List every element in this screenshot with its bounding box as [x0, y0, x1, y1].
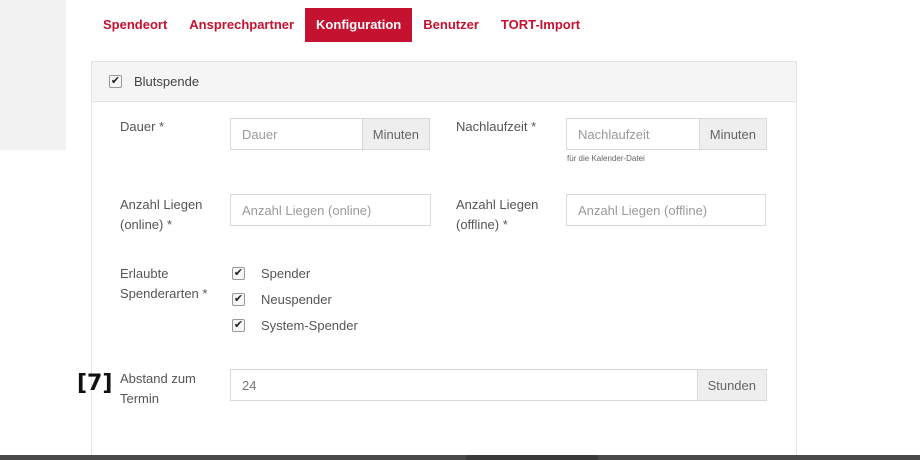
tab-benutzer[interactable]: Benutzer [412, 8, 490, 42]
spenderarten-label-line2: Spenderarten * [120, 286, 208, 301]
blutspende-checkbox[interactable]: ✔ [109, 75, 122, 88]
nachlaufzeit-label: Nachlaufzeit * [456, 119, 537, 134]
nachlaufzeit-hint: für die Kalender-Datei [567, 154, 645, 163]
checkmark-icon: ✔ [233, 293, 244, 305]
dauer-input-group: Dauer Minuten [230, 118, 430, 150]
checkmark-icon: ✔ [233, 319, 244, 331]
bottom-taskbar [0, 455, 920, 460]
system-spender-label: System-Spender [261, 318, 358, 333]
panel-header: ✔ Blutspende [92, 62, 796, 102]
system-spender-checkbox[interactable]: ✔ [232, 319, 245, 332]
nachlaufzeit-input[interactable]: Nachlaufzeit [567, 119, 699, 149]
neuspender-option[interactable]: ✔ Neuspender [232, 292, 332, 307]
liegen-online-label-line1: Anzahl Liegen [120, 197, 203, 212]
tab-tort-import[interactable]: TORT-Import [490, 8, 591, 42]
abstand-input[interactable]: 24 [231, 370, 697, 400]
dauer-input[interactable]: Dauer [231, 119, 362, 149]
spenderarten-label: Erlaubte Spenderarten * [120, 264, 207, 304]
liegen-offline-label-line2: (offline) * [456, 217, 508, 232]
abstand-label: Abstand zum Termin [120, 369, 196, 409]
nachlaufzeit-input-group: Nachlaufzeit Minuten [566, 118, 767, 150]
liegen-online-input[interactable]: Anzahl Liegen (online) [231, 195, 430, 225]
neuspender-label: Neuspender [261, 292, 332, 307]
spenderarten-label-line1: Erlaubte [120, 266, 169, 281]
tab-spendeort[interactable]: Spendeort [92, 8, 178, 42]
spender-checkbox[interactable]: ✔ [232, 267, 245, 280]
liegen-offline-label: Anzahl Liegen (offline) * [456, 195, 538, 235]
abstand-label-line2: Termin [120, 391, 160, 406]
spender-option[interactable]: ✔ Spender [232, 266, 310, 281]
abstand-input-group: 24 Stunden [230, 369, 767, 401]
annotation-marker: [7] [77, 371, 113, 396]
liegen-offline-label-line1: Anzahl Liegen [456, 197, 539, 212]
tab-konfiguration[interactable]: Konfiguration [305, 8, 413, 42]
checkmark-icon: ✔ [233, 267, 244, 279]
spender-label: Spender [261, 266, 311, 281]
liegen-online-label: Anzahl Liegen (online) * [120, 195, 202, 235]
dauer-unit: Minuten [361, 119, 429, 149]
tab-ansprechpartner[interactable]: Ansprechpartner [178, 8, 305, 42]
abstand-unit: Stunden [696, 370, 766, 400]
liegen-offline-input-group: Anzahl Liegen (offline) [566, 194, 766, 226]
liegen-offline-input[interactable]: Anzahl Liegen (offline) [567, 195, 765, 225]
taskbar-active-segment [466, 455, 598, 460]
neuspender-checkbox[interactable]: ✔ [232, 293, 245, 306]
abstand-label-line1: Abstand zum [120, 371, 196, 386]
dauer-label: Dauer * [120, 119, 165, 134]
blutspende-label: Blutspende [134, 74, 200, 89]
left-sidebar-panel [0, 0, 66, 150]
tab-bar: Spendeort Ansprechpartner Konfiguration … [92, 8, 591, 42]
liegen-online-input-group: Anzahl Liegen (online) [230, 194, 431, 226]
checkmark-icon: ✔ [110, 75, 121, 87]
liegen-online-label-line2: (online) * [120, 217, 173, 232]
system-spender-option[interactable]: ✔ System-Spender [232, 318, 358, 333]
nachlaufzeit-unit: Minuten [698, 119, 766, 149]
